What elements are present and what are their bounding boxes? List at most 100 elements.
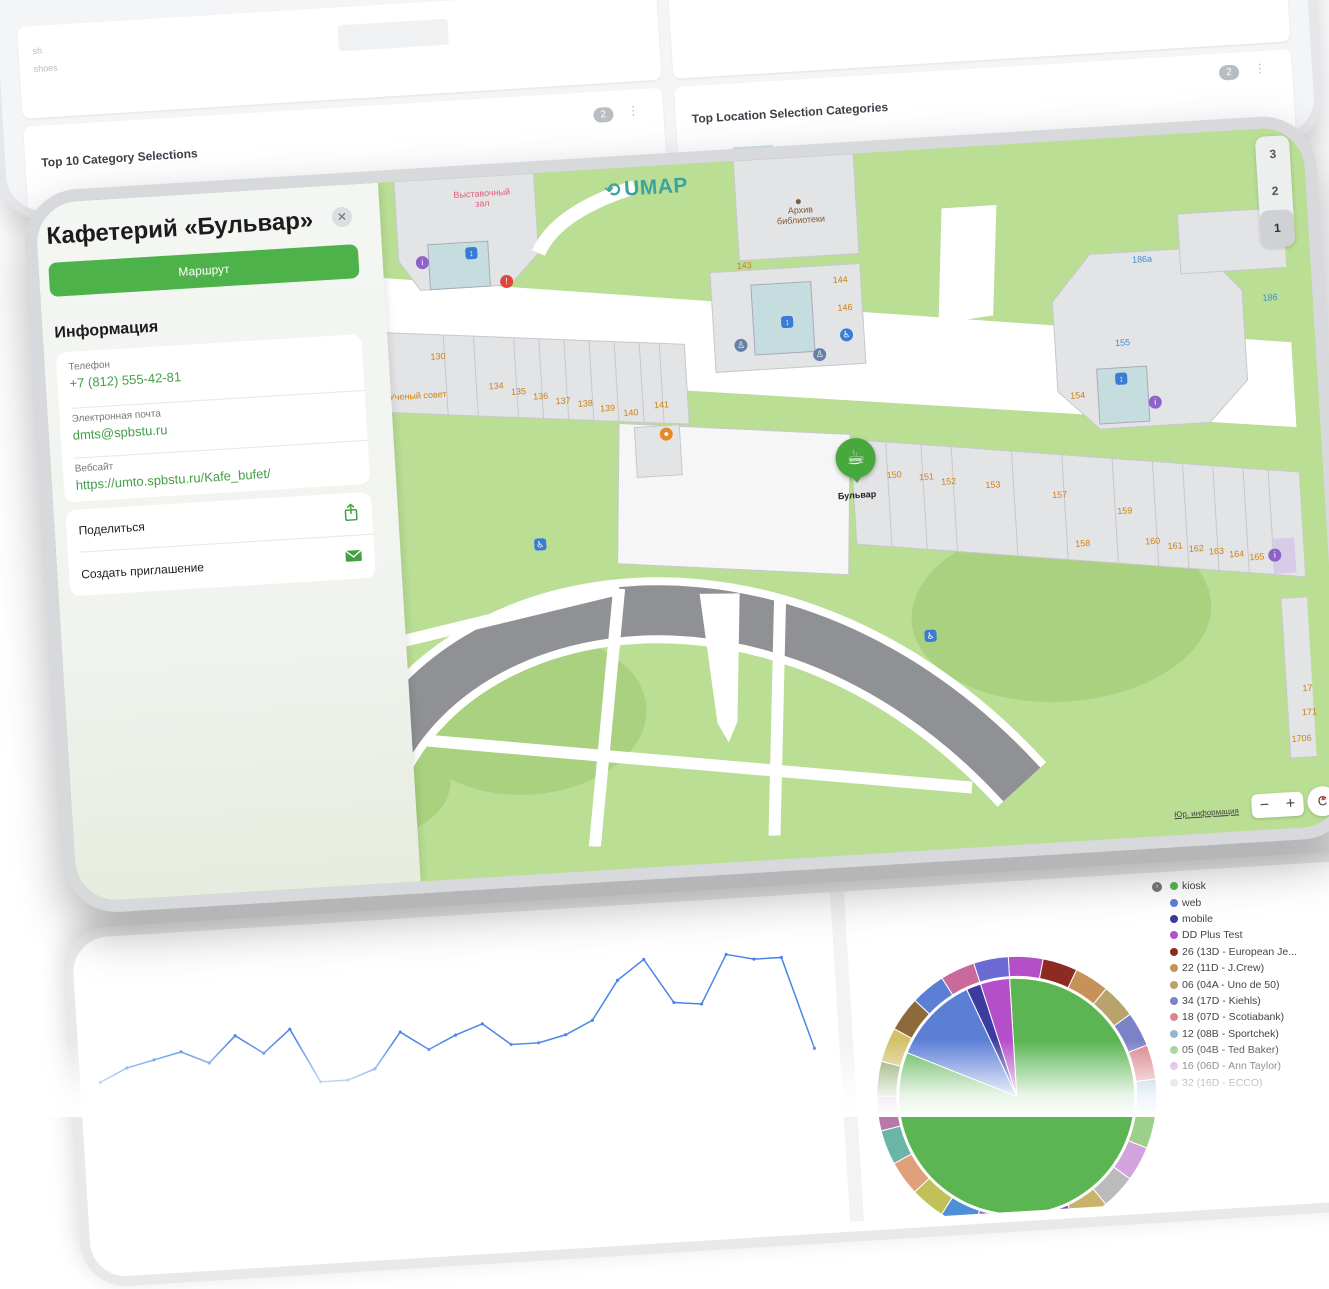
legend-swatch xyxy=(1170,931,1178,940)
legend-item[interactable]: mobile xyxy=(1170,911,1329,927)
compass-north-icon: ▲ xyxy=(1318,792,1328,803)
room-label: 146 xyxy=(837,301,853,313)
floor-button-3[interactable]: 3 xyxy=(1255,135,1291,174)
legend-item[interactable]: DD Plus Test xyxy=(1170,927,1329,943)
route-button[interactable]: Маршрут xyxy=(48,244,360,297)
actions-card: Поделиться Создать приглашение xyxy=(65,491,376,597)
legend-item[interactable]: kiosk xyxy=(1170,878,1329,894)
line-series xyxy=(99,953,816,1084)
legend-item[interactable]: 34 (17D - Kiehls) xyxy=(1170,993,1329,1009)
legend-label: mobile xyxy=(1182,912,1213,925)
legend-item[interactable]: 32 (16D - ECCO) xyxy=(1170,1075,1329,1091)
legend-item[interactable]: 18 (07D - Scotiabank) xyxy=(1170,1009,1329,1025)
legend-swatch xyxy=(1170,914,1178,923)
more-options-icon[interactable]: ⋮ xyxy=(1253,61,1266,76)
room-label: 155 xyxy=(1114,337,1131,349)
room-label: 154 xyxy=(1069,389,1086,401)
legend-label: kiosk xyxy=(1182,880,1206,893)
map-tablet: ⟲UMAP Выставочный зал Архив библиотеки У… xyxy=(21,113,1329,916)
exhibition-hall-label: Выставочный зал xyxy=(453,186,511,209)
legend-item[interactable]: 12 (08B - Sportchek) xyxy=(1170,1026,1329,1042)
room-label: 150 xyxy=(886,469,903,481)
room-label: 151 xyxy=(918,471,935,483)
line-point xyxy=(537,1041,541,1045)
create-invite-label: Создать приглашение xyxy=(80,560,205,582)
bottom-dashboard-tablet xyxy=(60,849,1329,1289)
room-label: 141 xyxy=(653,399,670,411)
room-label: 159 xyxy=(1117,505,1133,517)
umap-logo-icon: ⟲ xyxy=(604,179,622,202)
website-row[interactable]: Вебсайт https://umto.spbstu.ru/Kafe_bufe… xyxy=(74,447,357,492)
legend-swatch xyxy=(1170,1013,1178,1022)
room-label: 140 xyxy=(623,407,639,419)
room-label: 162 xyxy=(1188,542,1205,554)
elevator-icon[interactable]: ↕ xyxy=(780,315,794,329)
email-row[interactable]: Электронная почта dmts@spbstu.ru xyxy=(71,397,354,442)
room-label: 164 xyxy=(1228,548,1245,560)
room-label: 153 xyxy=(985,479,1001,491)
legend-item[interactable]: 26 (13D - European Je... xyxy=(1170,944,1329,960)
legend-swatch xyxy=(1170,1046,1178,1055)
room-label: 1706 xyxy=(1291,732,1312,744)
legend-label: 16 (06D - Ann Taylor) xyxy=(1182,1060,1282,1073)
parking-icon[interactable]: ♿ xyxy=(924,629,937,643)
floor-button-1[interactable]: 1 xyxy=(1259,208,1296,248)
zoom-control: − + xyxy=(1250,791,1305,819)
legend-label: 18 (07D - Scotiabank) xyxy=(1182,1011,1285,1024)
dashboard-small-text: shoes xyxy=(33,62,58,75)
room-label: 138 xyxy=(577,398,594,409)
line-point xyxy=(752,957,756,961)
legend-swatch xyxy=(1170,996,1178,1005)
room-label: 17 xyxy=(1302,682,1313,694)
floor-selector[interactable]: 321 xyxy=(1254,135,1296,248)
room-label: 139 xyxy=(599,402,616,414)
phone-row[interactable]: Телефон +7 (812) 555-42-81 xyxy=(68,345,351,390)
legend-label: 32 (16D - ECCO) xyxy=(1182,1076,1263,1089)
filter-count-badge[interactable]: 2 xyxy=(1218,64,1240,81)
legend-item[interactable]: 16 (06D - Ann Taylor) xyxy=(1170,1058,1329,1074)
room-label: 136 xyxy=(532,390,549,402)
mail-icon xyxy=(345,549,362,562)
place-title: Кафетерий «Бульвар» xyxy=(45,206,314,251)
legend-item[interactable]: web xyxy=(1170,894,1329,910)
room-label: 161 xyxy=(1167,540,1183,552)
close-icon[interactable]: ✕ xyxy=(331,206,353,228)
share-label: Поделиться xyxy=(78,519,146,538)
legend-collapse-icon[interactable]: › xyxy=(1152,882,1162,892)
info-section-heading: Информация xyxy=(53,318,159,342)
elevator-icon[interactable]: ↕ xyxy=(1114,372,1128,386)
pie-legend: kiosk web mobile DD Plus Test 26 (13D - Euro… xyxy=(1170,878,1329,1091)
room-label: 157 xyxy=(1051,489,1068,501)
legend-item[interactable]: 22 (11D - J.Crew) xyxy=(1170,960,1329,976)
pie-outer-ring-segment xyxy=(1135,1078,1158,1115)
more-options-icon[interactable]: ⋮ xyxy=(627,103,640,118)
legend-item[interactable]: 06 (04A - Uno de 50) xyxy=(1170,976,1329,992)
legend-swatch xyxy=(1170,964,1178,973)
pie-outer-ring-segment xyxy=(876,1095,902,1132)
legend-label: 12 (08B - Sportchek) xyxy=(1182,1027,1279,1040)
legend-swatch xyxy=(1170,1062,1178,1071)
filter-count-badge[interactable]: 2 xyxy=(593,106,614,123)
zoom-out-button[interactable]: − xyxy=(1259,796,1269,815)
room-label: 158 xyxy=(1074,537,1091,549)
legend-item[interactable]: 05 (04B - Ted Baker) xyxy=(1170,1042,1329,1058)
legend-label: web xyxy=(1182,896,1202,909)
legend-label: 34 (17D - Kiehls) xyxy=(1182,994,1261,1007)
legend-swatch xyxy=(1170,947,1178,956)
room-label: 186a xyxy=(1131,253,1153,265)
floor-button-2[interactable]: 2 xyxy=(1257,172,1293,211)
legend-swatch xyxy=(1170,1078,1178,1087)
parking-icon[interactable]: ♿ xyxy=(533,538,547,551)
card-title: Top 10 Category Selections xyxy=(40,146,199,170)
contact-info-card: Телефон +7 (812) 555-42-81 Электронная п… xyxy=(55,334,371,503)
room-label: 143 xyxy=(736,260,752,271)
umap-logo: ⟲UMAP xyxy=(604,174,689,203)
share-icon xyxy=(344,503,358,521)
room-label: 163 xyxy=(1208,545,1225,557)
room-label: 186 xyxy=(1262,292,1278,303)
place-info-panel: Кафетерий «Бульвар» ✕ Маршрут Информация… xyxy=(34,182,421,903)
elevator-icon[interactable]: ↕ xyxy=(465,246,478,260)
pie-outer-ring-segment xyxy=(1007,1213,1044,1237)
zoom-in-button[interactable]: + xyxy=(1285,795,1295,814)
line-chart xyxy=(98,952,817,1085)
